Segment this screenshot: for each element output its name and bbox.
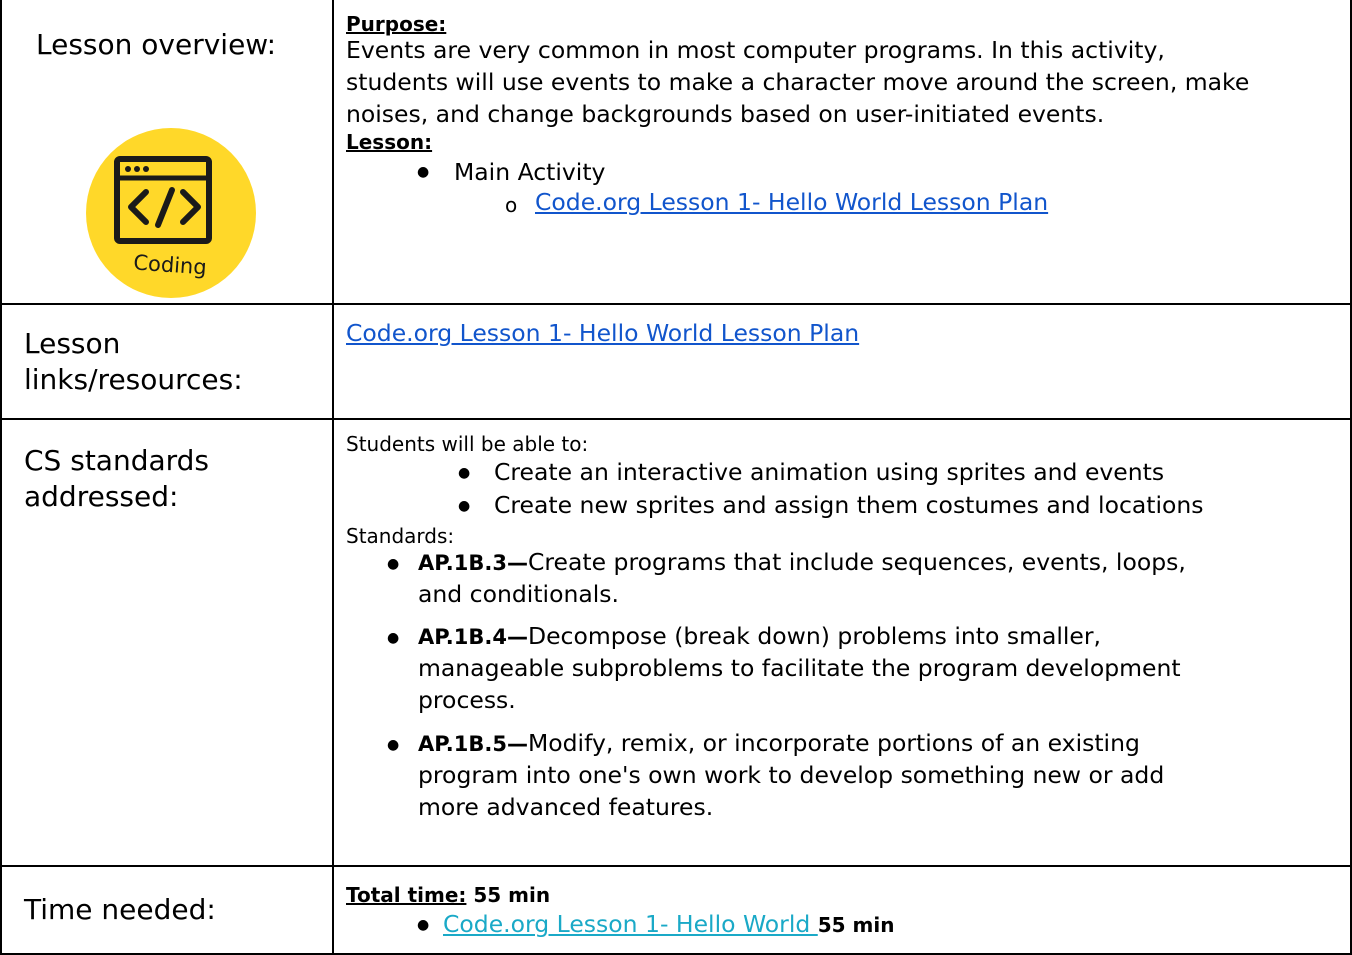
standard-item-ap-1b-4: AP.1B.4—Decompose (break down) problems … (418, 620, 1101, 653)
lesson-heading: Lesson: (346, 130, 433, 154)
standards-label-line-2: addressed: (24, 480, 179, 513)
purpose-text-line-3: noises, and change backgrounds based on … (346, 100, 1105, 128)
bullet-dot-icon: ● (417, 164, 430, 180)
time-label: Time needed: (24, 893, 216, 926)
resources-label-cell: Lesson links/resources: (0, 303, 334, 420)
standard-text: Decompose (break down) problems into sma… (527, 622, 1102, 650)
students-intro: Students will be able to: (346, 432, 589, 456)
row-cs-standards: CS standards addressed: Students will be… (0, 418, 1352, 867)
sub-bullet-marker: o (505, 193, 518, 217)
standard-code: AP.1B.5— (418, 732, 528, 756)
logo-text: Coding (133, 250, 208, 279)
standard-text: manageable subproblems to facilitate the… (418, 654, 1181, 682)
time-label-cell: Time needed: (0, 865, 334, 955)
resources-link[interactable]: Code.org Lesson 1- Hello World Lesson Pl… (346, 317, 859, 349)
standards-subheading: Standards: (346, 524, 455, 548)
lesson-plan-page: Lesson overview: Coding Purpose: Events … (0, 0, 1352, 955)
objective-item: Create new sprites and assign them costu… (494, 491, 1204, 519)
coding-logo-icon: Coding (86, 128, 256, 298)
row-time-needed: Time needed: Total time: 55 min ● Code.o… (0, 865, 1352, 955)
standard-code: AP.1B.4— (418, 625, 528, 649)
time-item-duration: 55 min (817, 913, 895, 937)
time-item: Code.org Lesson 1- Hello World 55 min (443, 908, 895, 940)
standard-text: Modify, remix, or incorporate portions o… (527, 729, 1140, 757)
overview-label: Lesson overview: (36, 28, 277, 61)
resources-label-line-2: links/resources: (24, 363, 243, 396)
row-lesson-resources: Lesson links/resources: Code.org Lesson … (0, 303, 1352, 420)
standard-item-ap-1b-5: AP.1B.5—Modify, remix, or incorporate po… (418, 727, 1140, 760)
total-time-heading: Total time: (346, 883, 467, 907)
overview-content-cell: Purpose: Events are very common in most … (332, 0, 1352, 305)
standard-text: more advanced features. (418, 793, 714, 821)
bullet-dot-icon: ● (458, 498, 471, 514)
standard-text: Create programs that include sequences, … (527, 548, 1186, 576)
lesson-plan-link[interactable]: Code.org Lesson 1- Hello World Lesson Pl… (535, 186, 1048, 218)
bullet-dot-icon: ● (458, 465, 471, 481)
standard-text: and conditionals. (418, 580, 619, 608)
standard-text: process. (418, 686, 516, 714)
purpose-text-line-2: students will use events to make a chara… (346, 68, 1250, 96)
bullet-dot-icon: ● (417, 917, 430, 933)
time-content-cell: Total time: 55 min ● Code.org Lesson 1- … (332, 865, 1352, 955)
bullet-dot-icon: ● (387, 630, 400, 646)
standards-label-cell: CS standards addressed: (0, 418, 334, 867)
time-item-link[interactable]: Code.org Lesson 1- Hello World (443, 910, 818, 938)
total-time: Total time: 55 min (346, 883, 550, 907)
lesson-table: Lesson overview: Coding Purpose: Events … (0, 0, 1352, 955)
standard-text: program into one's own work to develop s… (418, 761, 1165, 789)
resources-label-line-1: Lesson (24, 327, 121, 360)
standard-code: AP.1B.3— (418, 551, 528, 575)
purpose-text-line-1: Events are very common in most computer … (346, 36, 1165, 64)
bullet-dot-icon: ● (387, 556, 400, 572)
bullet-dot-icon: ● (387, 737, 400, 753)
purpose-heading: Purpose: (346, 12, 447, 36)
resources-content-cell: Code.org Lesson 1- Hello World Lesson Pl… (332, 303, 1352, 420)
total-time-value: 55 min (473, 883, 551, 907)
standards-content-cell: Students will be able to: ● Create an in… (332, 418, 1352, 867)
main-activity-item: Main Activity (454, 158, 606, 186)
objective-item: Create an interactive animation using sp… (494, 458, 1165, 486)
standard-item-ap-1b-3: AP.1B.3—Create programs that include seq… (418, 546, 1186, 579)
overview-label-cell: Lesson overview: Coding (0, 0, 334, 305)
row-lesson-overview: Lesson overview: Coding Purpose: Events … (0, 0, 1352, 305)
standards-label-line-1: CS standards (24, 444, 210, 477)
